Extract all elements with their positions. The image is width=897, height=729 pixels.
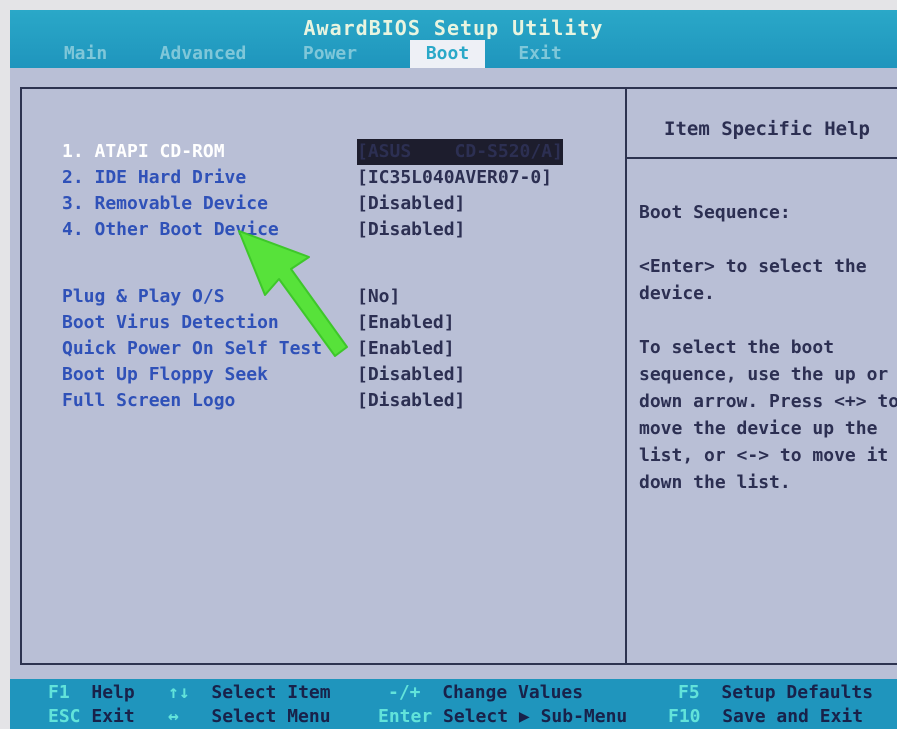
setting-value: [Enabled] (357, 312, 455, 333)
legend-key: F1 (48, 682, 70, 703)
legend-f10: F10 Save and Exit (668, 705, 863, 729)
boot-item-value: [Disabled] (357, 193, 466, 214)
legend-f1: F1 Help (48, 681, 135, 705)
legend-desc: Select ▶ Sub-Menu (443, 706, 628, 727)
bios-screen: AwardBIOS Setup Utility Main Advanced Po… (10, 10, 897, 729)
legend-enter: Enter Select ▶ Sub-Menu (378, 705, 627, 729)
title-bar: AwardBIOS Setup Utility Main Advanced Po… (10, 10, 897, 68)
help-title: Item Specific Help (627, 89, 897, 159)
legend-desc: Exit (91, 706, 135, 727)
boot-item-value: [ASUS CD-S520/A] (357, 139, 563, 165)
legend-desc: Help (91, 682, 135, 703)
annotation-arrow-icon (238, 230, 348, 357)
legend-esc: ESC Exit (48, 705, 135, 729)
legend-desc: Select Item (211, 682, 331, 703)
legend-desc: Setup Defaults (721, 682, 874, 703)
boot-item-label: 1. ATAPI CD-ROM (62, 141, 225, 162)
legend-change-values: -/+ Change Values (388, 681, 583, 705)
setting-value: [Disabled] (357, 364, 466, 385)
settings-panel: 1. ATAPI CD-ROM [ASUS CD-S520/A] 2. IDE … (20, 87, 627, 665)
key-legend-bar: F1 Help ↑↓ Select Item -/+ Change Values… (10, 679, 897, 729)
setting-value: [Enabled] (357, 338, 455, 359)
app-title: AwardBIOS Setup Utility (303, 16, 604, 40)
setting-label: Plug & Play O/S (62, 286, 225, 307)
setting-label: Full Screen Logo (62, 390, 236, 411)
help-text: Boot Sequence: <Enter> to select the dev… (639, 202, 897, 493)
tab-main[interactable]: Main (58, 40, 113, 68)
tab-power[interactable]: Power (290, 40, 370, 68)
legend-f5: F5 Setup Defaults (678, 681, 873, 705)
legend-key: -/+ (388, 682, 421, 703)
legend-key: ↑↓ (168, 682, 190, 703)
boot-item-value: [Disabled] (357, 219, 466, 240)
boot-item-label: 3. Removable Device (62, 193, 268, 214)
legend-key: F10 (668, 706, 701, 727)
legend-key: ↔ (168, 706, 179, 727)
setting-value: [No] (357, 286, 401, 307)
legend-desc: Change Values (442, 682, 584, 703)
boot-item-label: 2. IDE Hard Drive (62, 167, 247, 188)
boot-item-value: [IC35L040AVER07-0] (357, 167, 553, 188)
legend-desc: Select Menu (211, 706, 331, 727)
tab-exit[interactable]: Exit (510, 40, 570, 68)
legend-key: Enter (378, 706, 433, 727)
tab-advanced[interactable]: Advanced (148, 40, 258, 68)
legend-key: F5 (678, 682, 700, 703)
legend-select-menu: ↔ Select Menu (168, 705, 331, 729)
legend-key: ESC (48, 706, 81, 727)
help-panel: Item Specific Help Boot Sequence: <Enter… (625, 87, 897, 665)
legend-select-item: ↑↓ Select Item (168, 681, 331, 705)
setting-value: [Disabled] (357, 390, 466, 411)
menu-bar: Main Advanced Power Boot Exit (10, 40, 897, 68)
legend-desc: Save and Exit (722, 706, 864, 727)
tab-boot[interactable]: Boot (410, 40, 485, 68)
